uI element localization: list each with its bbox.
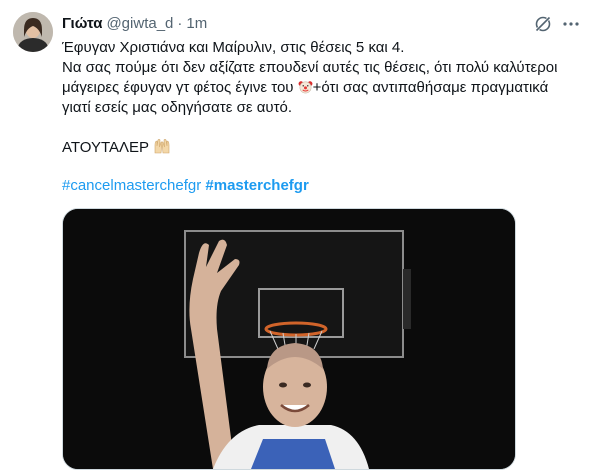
separator-dot: · (177, 14, 183, 32)
timestamp[interactable]: 1m (186, 15, 207, 32)
hashtag-masterchefgr[interactable]: #masterchefgr (205, 177, 308, 194)
clown-emoji-icon (298, 79, 313, 94)
raising-hands-icon (153, 138, 171, 158)
tweet-line-2: Να σας πούμε ότι δεν αξίζατε επουδενί αυ… (62, 59, 558, 76)
grok-icon[interactable] (533, 14, 553, 34)
tweet-text: Έφυγαν Χριστιάνα και Μαίρυλιν, στις θέσε… (62, 38, 592, 158)
tweet-header: Γιώτα @giwta_d · 1m (62, 13, 207, 33)
tweet: Γιώτα @giwta_d · 1m Έφυγαν Χριστιάνα και… (0, 0, 608, 470)
tweet-media-image[interactable] (62, 208, 516, 470)
tweet-line-1: Έφυγαν Χριστιάνα και Μαίρυλιν, στις θέσε… (62, 39, 405, 56)
hashtags: #cancelmasterchefgr #masterchefgr (62, 176, 309, 196)
tweet-line-3a: μάγειρες έφυγαν γτ φέτος έγινε του (62, 79, 298, 96)
hashtag-cancelmasterchefgr[interactable]: #cancelmasterchefgr (62, 177, 201, 194)
tweet-line-5: ΑΤΟΥΤΑΛΕΡ (62, 138, 592, 158)
display-name[interactable]: Γιώτα (62, 15, 102, 32)
tweet-line-3b: +ότι σας αντιπαθήσαμε πραγματικά (312, 79, 549, 96)
tweet-line-4: γιατί εσείς μας οδηγήσατε σε αυτό. (62, 99, 293, 116)
more-icon[interactable] (561, 14, 581, 34)
user-handle[interactable]: @giwta_d (106, 15, 173, 32)
tweet-line-5-text: ΑΤΟΥΤΑΛΕΡ (62, 139, 149, 156)
avatar[interactable] (13, 12, 53, 52)
tweet-line-3: μάγειρες έφυγαν γτ φέτος έγινε του +ότι … (62, 78, 592, 98)
